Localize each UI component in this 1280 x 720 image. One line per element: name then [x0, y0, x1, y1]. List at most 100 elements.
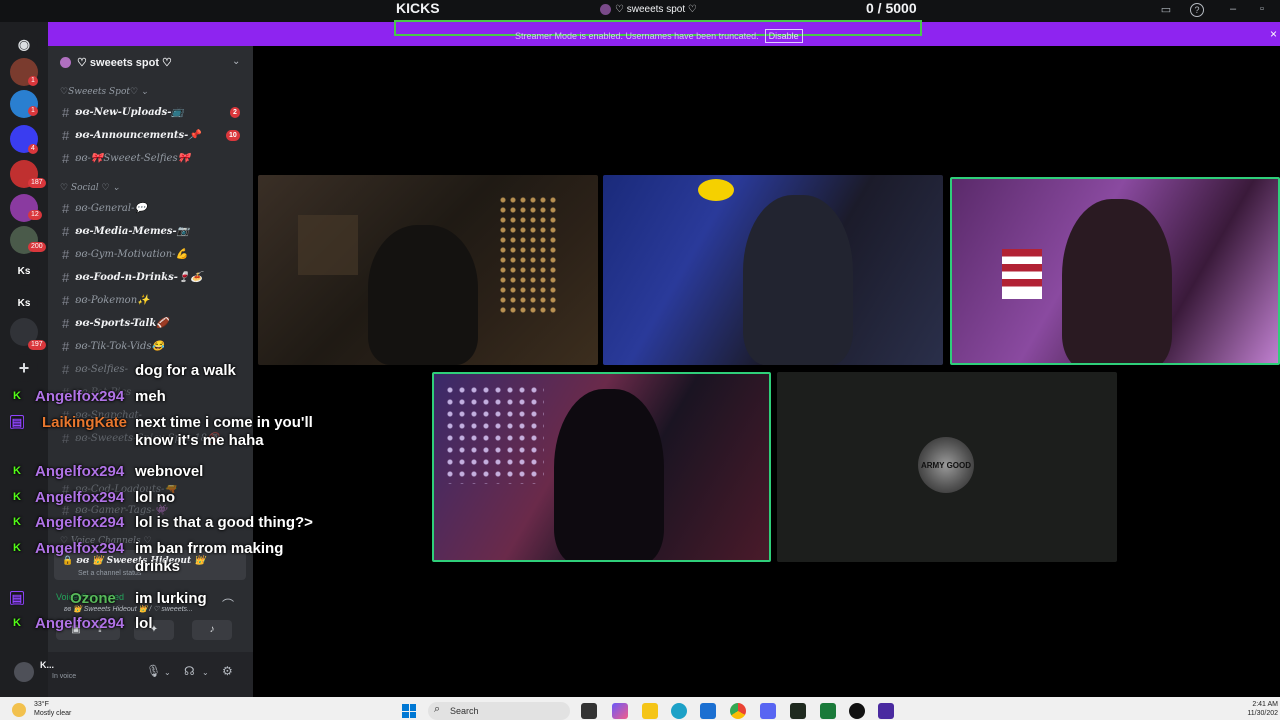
hashtag-icon: #	[62, 338, 70, 354]
chat-username: Angelfox294	[35, 463, 125, 480]
participant-video	[554, 389, 664, 560]
video-tile[interactable]	[603, 175, 943, 365]
hashtag-icon: #	[62, 200, 70, 216]
chevron-down-icon[interactable]: ⌄	[202, 668, 209, 677]
minimize-icon[interactable]: –	[1226, 3, 1240, 17]
weather-desc: Mostly clear	[34, 710, 72, 717]
hashtag-icon: #	[62, 269, 70, 285]
channel-pokemon[interactable]: # ʚɞ-Pokemon✨	[62, 290, 150, 310]
channel-label: ʚɞ-Gym-Motivation-💪	[75, 248, 188, 260]
app-icon[interactable]	[849, 703, 865, 719]
video-tile[interactable]	[258, 175, 598, 365]
file-explorer-icon[interactable]	[642, 703, 658, 719]
channel-label: ʚɞ-Tik-Tok-Vids😂	[75, 340, 164, 352]
microphone-icon[interactable]: 🎙	[146, 664, 161, 678]
participant-video	[368, 225, 478, 365]
weather-temp: 33°F	[34, 701, 49, 708]
twitch-icon: ▤	[10, 415, 24, 429]
server-header-icon	[60, 57, 71, 68]
server-avatar-icon	[600, 4, 611, 15]
chat-text: dog for a walk	[135, 362, 236, 379]
clock[interactable]: 2:41 AM 11/30/202	[1236, 700, 1278, 718]
terminal-icon[interactable]	[790, 703, 806, 719]
headphones-icon[interactable]: ☊	[184, 664, 195, 678]
hashtag-icon: #	[62, 104, 70, 120]
server-header[interactable]: ♡ sweeets spot ♡	[60, 56, 172, 69]
maximize-icon[interactable]: ▫	[1255, 3, 1269, 17]
windows-start-icon[interactable]	[402, 704, 416, 718]
channel-new-uploads[interactable]: # ʚɞ-New-Uploads-📺	[62, 102, 184, 122]
channel-sweeet-selfies[interactable]: # ʚɞ-🎀Sweeet-Selfies🎀	[62, 148, 190, 168]
channel-label: ʚɞ-New-Uploads-📺	[75, 106, 184, 118]
disable-button[interactable]: Disable	[764, 29, 803, 43]
chat-username: Angelfox294	[35, 540, 125, 557]
channel-label: ʚɞ-General-💬	[75, 202, 147, 214]
chevron-down-icon[interactable]: ⌄	[164, 668, 171, 677]
clock-time: 2:41 AM	[1252, 701, 1278, 708]
copilot-icon[interactable]	[612, 703, 628, 719]
mention-badge: 10	[226, 130, 240, 141]
chat-username: LaikingKate	[42, 414, 128, 431]
channel-label: ʚɞ-Pokemon✨	[75, 294, 150, 306]
search-icon: ⌕	[434, 703, 441, 715]
channel-general[interactable]: # ʚɞ-General-💬	[62, 198, 147, 218]
channel-selfies[interactable]: # ʚɞ-Selfies-	[62, 359, 128, 379]
user-name: K...	[40, 660, 55, 670]
channel-announcements[interactable]: # ʚɞ-Announcements-📌	[62, 125, 201, 145]
chrome-icon[interactable]	[730, 703, 746, 719]
chat-text: webnovel	[135, 463, 204, 480]
taskbar-search[interactable]: Search	[428, 702, 570, 720]
server-ks[interactable]: Ks	[10, 258, 38, 286]
weather-icon[interactable]	[12, 703, 26, 717]
store-icon[interactable]	[700, 703, 716, 719]
user-status: In voice	[52, 673, 77, 680]
kick-icon: K	[13, 542, 21, 554]
channel-food-n-drinks[interactable]: # ʚɞ-Food-n-Drinks-🍷🍝	[62, 267, 203, 287]
hashtag-icon: #	[62, 246, 70, 262]
hashtag-icon: #	[62, 150, 70, 166]
discord-icon[interactable]	[760, 703, 776, 719]
music-icon[interactable]	[878, 703, 894, 719]
video-tile-speaking[interactable]	[950, 177, 1280, 365]
channel-gym-motivation[interactable]: # ʚɞ-Gym-Motivation-💪	[62, 244, 188, 264]
category-social[interactable]: ♡ Social ♡ ⌄	[60, 183, 120, 193]
gear-icon[interactable]: ⚙	[222, 664, 233, 678]
edge-icon[interactable]	[671, 703, 687, 719]
hashtag-icon: #	[62, 315, 70, 331]
windows-taskbar	[0, 697, 1280, 720]
kick-icon: K	[13, 465, 21, 477]
hashtag-icon: #	[62, 292, 70, 308]
discord-home-icon[interactable]: ◉	[10, 30, 38, 58]
hashtag-icon: #	[62, 361, 70, 377]
server-badge: 1	[28, 76, 38, 86]
channel-media-memes[interactable]: # ʚɞ-Media-Memes-📷	[62, 221, 189, 241]
channel-label: ʚɞ-Food-n-Drinks-🍷🍝	[75, 271, 203, 283]
help-icon[interactable]: ?	[1190, 3, 1204, 17]
category-sweeets-spot[interactable]: ♡Sweeets Spot♡ ⌄	[60, 87, 148, 97]
inbox-icon[interactable]: ▭	[1159, 3, 1173, 17]
chat-text: lol is that a good thing?>	[135, 514, 313, 531]
chevron-down-icon[interactable]: ⌄	[232, 56, 240, 67]
server-badge: 4	[28, 144, 38, 154]
server-name: ♡ sweeets spot ♡	[77, 57, 172, 69]
background-shelf	[298, 215, 358, 275]
channel-sports-talk[interactable]: # ʚɞ-Sports-Talk🏈	[62, 313, 169, 333]
mention-badge: 2	[230, 107, 240, 118]
bat-sign	[698, 179, 734, 201]
add-server-icon[interactable]: +	[10, 354, 38, 382]
kicks-label: KICKS	[396, 0, 440, 16]
chat-username: Angelfox294	[35, 514, 125, 531]
window-title: ♡ sweeets spot ♡	[600, 4, 697, 15]
clock-date: 11/30/202	[1247, 710, 1278, 717]
app-icon[interactable]	[820, 703, 836, 719]
streamer-mode-text: Streamer Mode is enabled. Usernames have…	[515, 31, 759, 41]
kick-icon: K	[13, 390, 21, 402]
close-icon[interactable]: ×	[1270, 27, 1277, 41]
task-view-icon[interactable]	[581, 703, 597, 719]
channel-tik-tok-vids[interactable]: # ʚɞ-Tik-Tok-Vids😂	[62, 336, 164, 356]
avatar[interactable]	[14, 662, 34, 682]
server-ks[interactable]: Ks	[10, 290, 38, 318]
weather-widget[interactable]: 33°F Mostly clear	[34, 700, 71, 718]
streamer-mode-message: Streamer Mode is enabled. Usernames have…	[515, 29, 803, 43]
video-tile-speaking[interactable]	[432, 372, 771, 562]
